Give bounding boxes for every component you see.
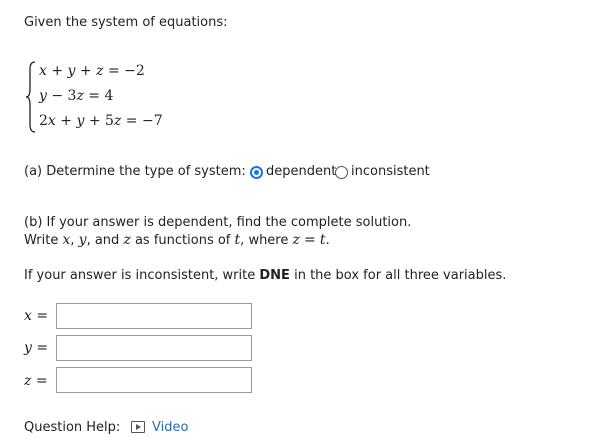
answer-z-input[interactable] <box>56 367 252 393</box>
radio-inconsistent[interactable] <box>335 166 348 179</box>
part-a-prompt: (a) Determine the type of system: <box>24 164 246 179</box>
answer-y-input[interactable] <box>56 335 252 361</box>
system-brace <box>26 61 36 133</box>
video-icon[interactable] <box>131 421 145 433</box>
equation-2: y − 3z = 4 <box>39 88 114 104</box>
radio-dependent-label[interactable]: dependent <box>266 164 336 179</box>
question-help-label: Question Help: <box>24 420 121 435</box>
radio-inconsistent-label[interactable]: inconsistent <box>351 164 430 179</box>
video-link[interactable]: Video <box>152 420 188 435</box>
answer-z-label: z = <box>24 373 48 389</box>
answer-y-label: y = <box>24 340 49 356</box>
radio-dependent[interactable] <box>250 166 263 179</box>
question-intro: Given the system of equations: <box>24 15 228 30</box>
inconsistent-instruction: If your answer is inconsistent, write DN… <box>24 268 507 283</box>
equation-1: x + y + z = −2 <box>39 63 145 79</box>
equation-3: 2x + y + 5z = −7 <box>39 113 163 129</box>
answer-x-input[interactable] <box>56 303 252 329</box>
answer-x-label: x = <box>24 308 49 324</box>
part-b-line1: (b) If your answer is dependent, find th… <box>24 215 412 230</box>
part-b-line2: Write x, y, and z as functions of t, whe… <box>24 232 330 248</box>
